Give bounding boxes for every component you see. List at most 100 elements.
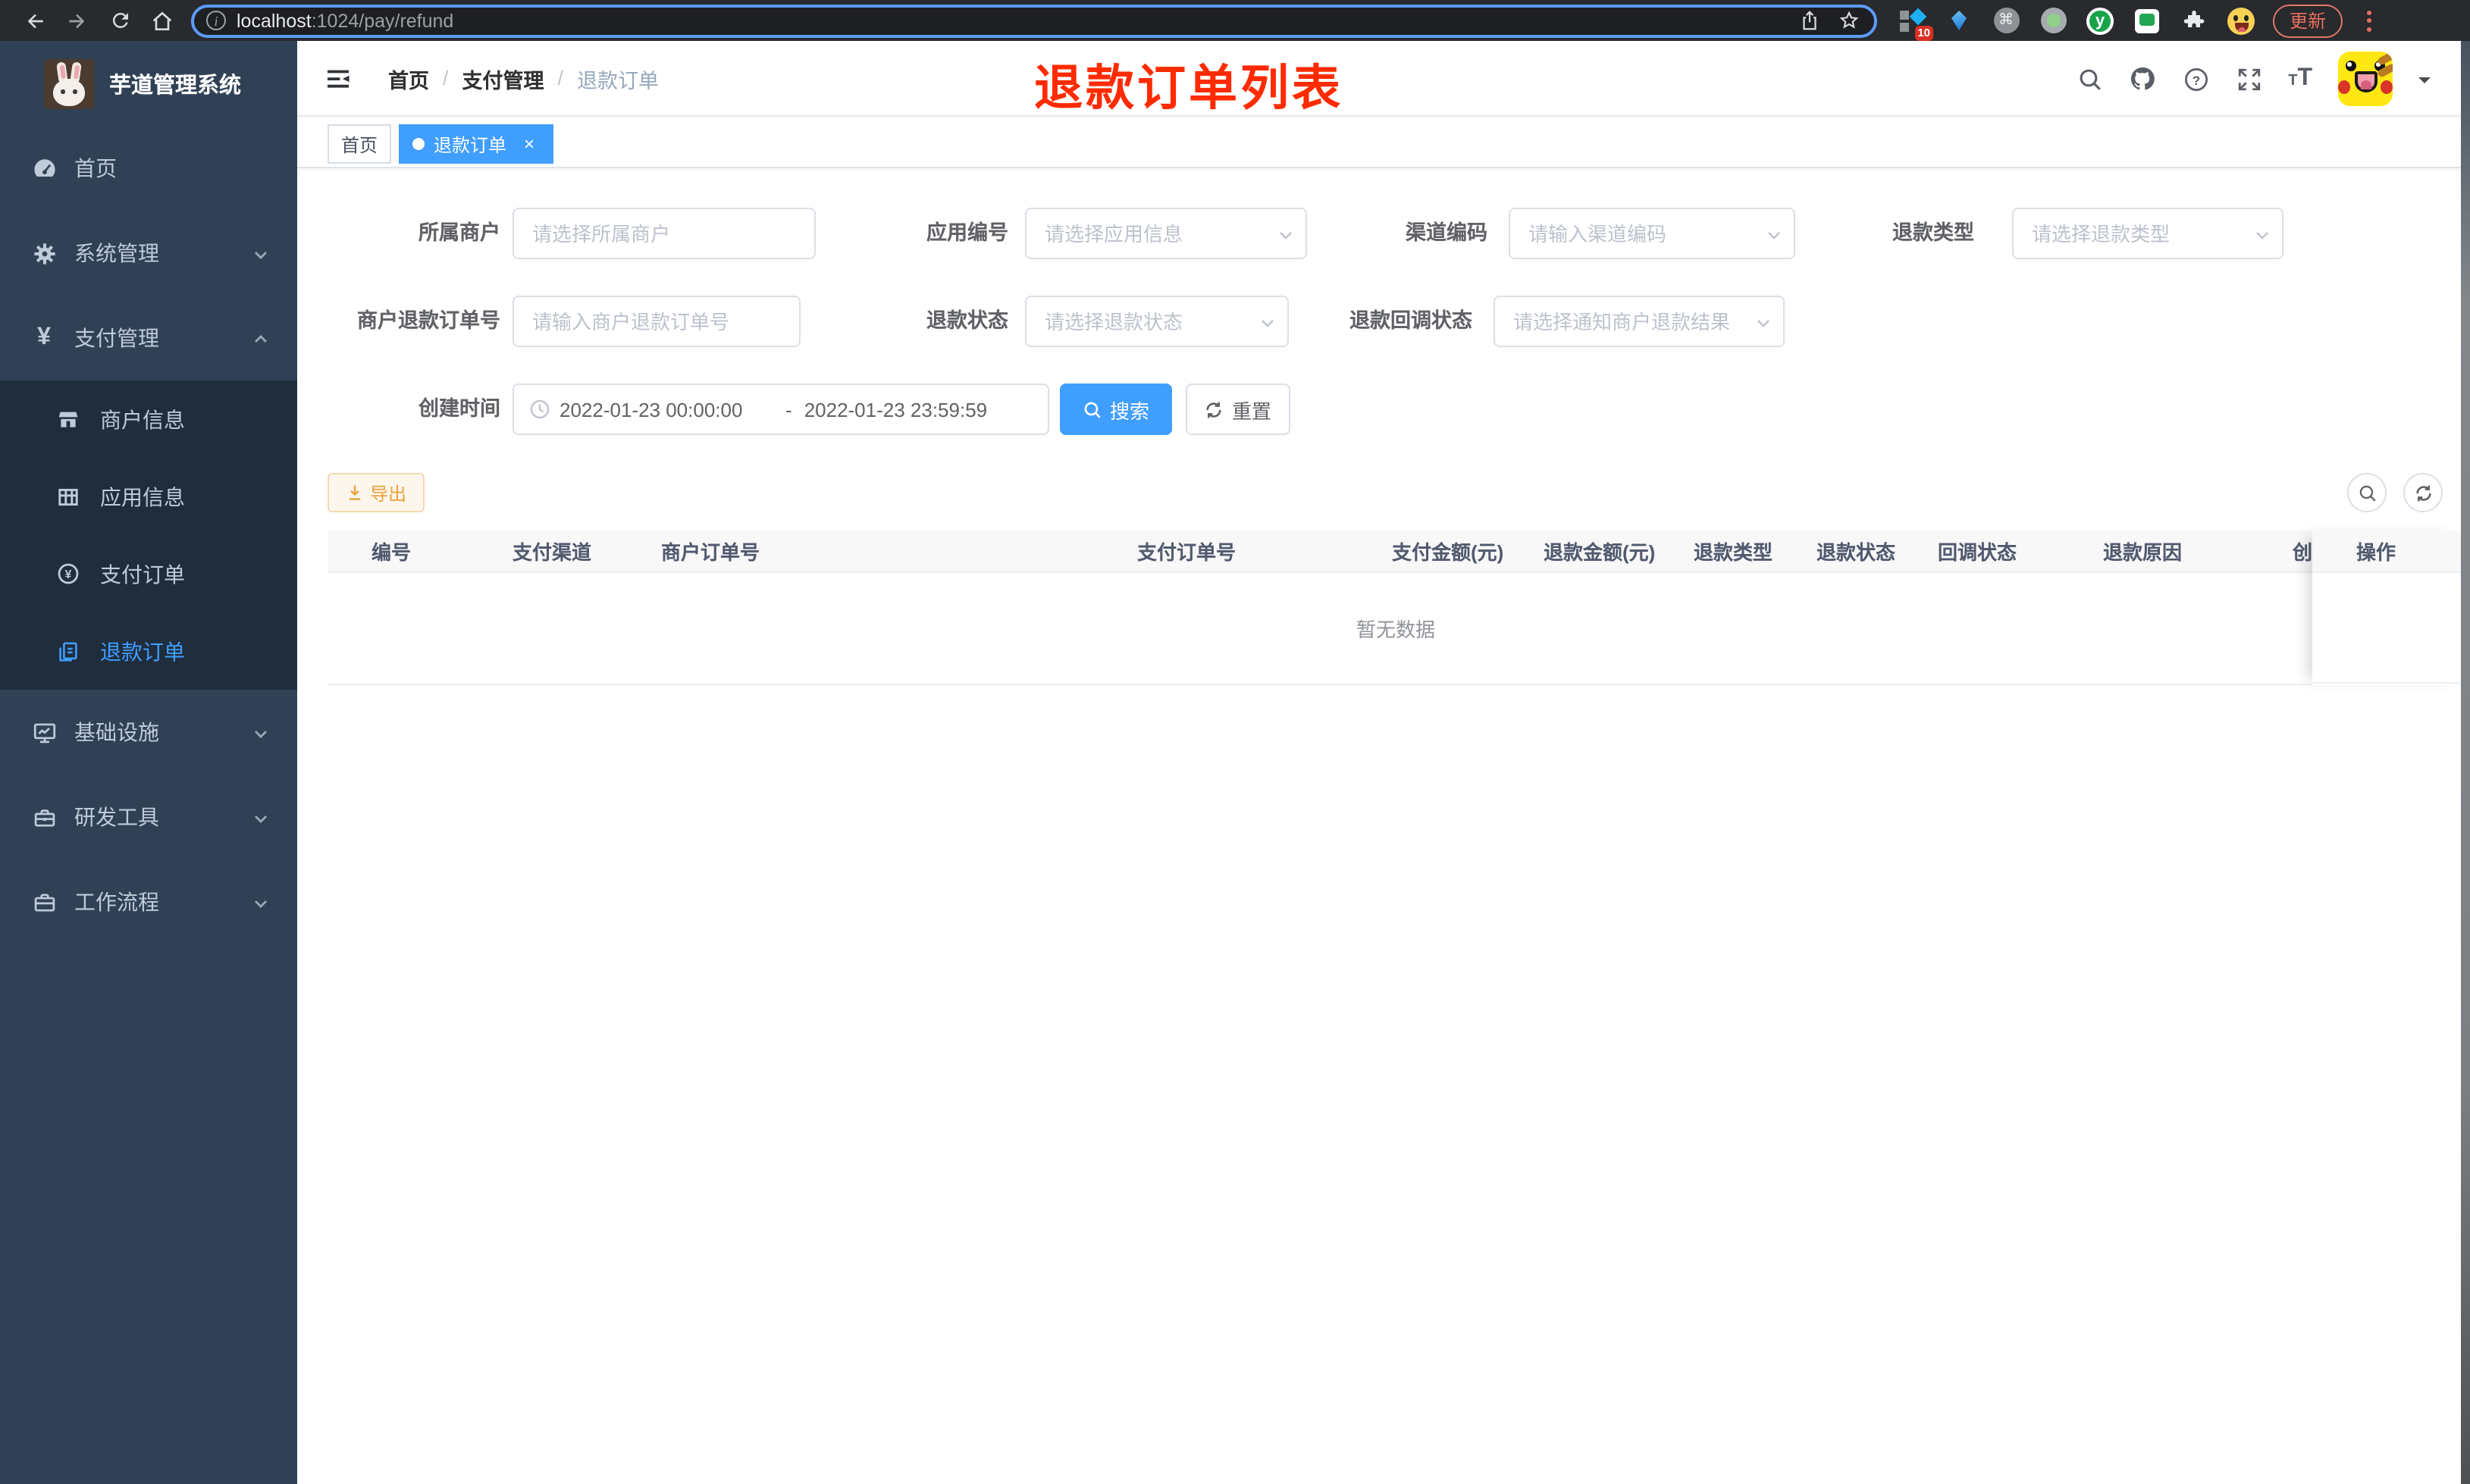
header-search-button[interactable] xyxy=(2076,65,2103,92)
address-bar[interactable]: i localhost:1024/pay/refund xyxy=(191,4,1877,37)
sidebar-item-label: 研发工具 xyxy=(74,805,159,829)
sidebar-item-merchant-info[interactable]: 商户信息 xyxy=(0,380,297,458)
extension-command-icon[interactable]: ⌘ xyxy=(1992,7,2020,34)
sidebar-item-label: 应用信息 xyxy=(100,484,185,509)
share-button[interactable] xyxy=(1795,7,1823,34)
star-icon xyxy=(1838,11,1858,29)
avatar-dropdown-caret[interactable] xyxy=(2418,77,2431,89)
emoji-face-icon xyxy=(2227,7,2255,34)
browser-forward-button[interactable] xyxy=(64,7,91,34)
browser-update-button[interactable]: 更新 xyxy=(2273,4,2343,37)
sidebar-item-pay-order[interactable]: ¥ 支付订单 xyxy=(0,535,297,612)
channel-select[interactable] xyxy=(1509,208,1795,259)
browser-back-button[interactable] xyxy=(21,7,49,34)
sidebar-collapse-button[interactable] xyxy=(323,63,353,93)
breadcrumb-pay[interactable]: 支付管理 xyxy=(462,63,544,93)
tab-refund-order[interactable]: 退款订单 × xyxy=(399,124,554,164)
search-button[interactable]: 搜索 xyxy=(1060,384,1172,435)
chevron-down-icon xyxy=(252,244,270,262)
app-select[interactable] xyxy=(1025,208,1307,259)
date-range-end: 2022-01-23 23:59:59 xyxy=(804,398,988,421)
font-small-glyph: T xyxy=(2288,73,2298,89)
refresh-table-button[interactable] xyxy=(2403,473,2443,512)
empty-text: 暂无数据 xyxy=(1356,618,1435,641)
green-dot-icon xyxy=(2040,8,2066,33)
table-grid-icon xyxy=(56,484,80,509)
extension-grid-icon[interactable]: 10 xyxy=(1898,7,1933,40)
merchant-input[interactable] xyxy=(512,208,816,259)
extension-kite-icon[interactable] xyxy=(1945,7,1973,34)
briefcase-icon xyxy=(30,888,58,916)
toolbox-icon xyxy=(30,803,58,831)
font-size-button[interactable]: TT xyxy=(2288,66,2312,91)
extension-chat-icon[interactable] xyxy=(2133,7,2161,34)
filter-label-create-time: 创建时间 xyxy=(418,397,500,420)
clock-icon xyxy=(529,399,550,420)
refund-status-select[interactable] xyxy=(1025,296,1289,347)
chevron-down-icon xyxy=(252,893,270,911)
table-header-row: 编号 支付渠道 商户订单号 支付订单号 支付金额(元) 退款金额(元) 退款类型… xyxy=(328,531,2464,573)
extensions-menu-button[interactable] xyxy=(2180,7,2208,34)
export-button[interactable]: 导出 xyxy=(328,473,425,512)
filter-label-merchant: 所属商户 xyxy=(418,221,500,244)
callback-status-select[interactable] xyxy=(1494,296,1785,347)
github-icon xyxy=(2131,67,2155,90)
url-host: localhost xyxy=(237,10,312,31)
column-header: 退款金额(元) xyxy=(1544,541,1656,564)
sidebar-item-pay[interactable]: ¥ 支付管理 xyxy=(0,296,297,380)
url-text: localhost:1024/pay/refund xyxy=(237,10,1783,31)
user-avatar[interactable] xyxy=(2338,52,2393,106)
window-scrollbar[interactable] xyxy=(2461,41,2470,1484)
question-circle-icon: ? xyxy=(2184,67,2208,90)
sidebar-item-label: 系统管理 xyxy=(74,241,159,265)
github-link-button[interactable] xyxy=(2129,65,2156,92)
breadcrumb: 首页 / 支付管理 / 退款订单 xyxy=(388,63,659,93)
bookmark-button[interactable] xyxy=(1835,7,1862,34)
y-badge-icon: y xyxy=(2086,7,2114,34)
merchant-refund-no-input[interactable] xyxy=(512,296,801,347)
sidebar-item-label: 支付订单 xyxy=(100,562,185,586)
reset-button[interactable]: 重置 xyxy=(1186,384,1290,435)
search-icon xyxy=(1083,399,1102,419)
export-button-label: 导出 xyxy=(370,483,407,504)
breadcrumb-home[interactable]: 首页 xyxy=(388,63,429,93)
table-empty-row: 暂无数据 xyxy=(328,573,2464,685)
kite-icon xyxy=(1951,11,1967,30)
show-search-toggle-button[interactable] xyxy=(2347,473,2387,512)
page-annotation: 退款订单列表 xyxy=(1034,61,1344,115)
fullscreen-button[interactable] xyxy=(2235,65,2262,92)
extension-emoji-icon[interactable] xyxy=(2227,7,2255,34)
app-logo[interactable]: 芋道管理系统 xyxy=(0,41,297,126)
sidebar-item-home[interactable]: 首页 xyxy=(0,126,297,211)
page-content: 所属商户 应用编号 渠道编码 退款类型 xyxy=(297,208,2470,1484)
sidebar-item-system[interactable]: 系统管理 xyxy=(0,211,297,296)
browser-home-button[interactable] xyxy=(149,7,176,34)
tab-close-icon[interactable]: × xyxy=(519,133,540,155)
merchant-refund-no-field xyxy=(512,296,801,347)
share-icon xyxy=(1802,11,1816,30)
sidebar-item-refund-order[interactable]: 退款订单 xyxy=(0,612,297,690)
tab-home[interactable]: 首页 xyxy=(328,124,392,164)
help-button[interactable]: ? xyxy=(2182,65,2209,92)
refund-type-select[interactable] xyxy=(2012,208,2283,259)
column-header-action: 操作 xyxy=(2312,531,2464,573)
filter-label-merchant-refund-no: 商户退款订单号 xyxy=(357,309,500,332)
search-icon xyxy=(2359,484,2375,501)
sidebar-item-devtools[interactable]: 研发工具 xyxy=(0,775,297,859)
create-time-range-picker[interactable]: 2022-01-23 00:00:00 - 2022-01-23 23:59:5… xyxy=(512,384,1049,435)
browser-menu-button[interactable] xyxy=(2358,7,2379,34)
channel-select-field xyxy=(1509,208,1795,259)
breadcrumb-separator: / xyxy=(443,67,449,89)
documents-icon xyxy=(56,639,80,663)
sidebar-item-app-info[interactable]: 应用信息 xyxy=(0,458,297,535)
browser-reload-button[interactable] xyxy=(106,7,133,34)
extension-recorder-icon[interactable] xyxy=(2039,7,2067,34)
chat-bubble-icon xyxy=(2135,8,2159,33)
extension-y-icon[interactable]: y xyxy=(2086,7,2114,34)
logo-avatar xyxy=(44,58,94,108)
refund-type-select-field xyxy=(2012,208,2283,259)
indent-collapse-icon xyxy=(328,69,349,87)
page-info-icon[interactable]: i xyxy=(206,11,226,30)
sidebar-item-workflow[interactable]: 工作流程 xyxy=(0,859,297,944)
sidebar-item-infra[interactable]: 基础设施 xyxy=(0,690,297,775)
